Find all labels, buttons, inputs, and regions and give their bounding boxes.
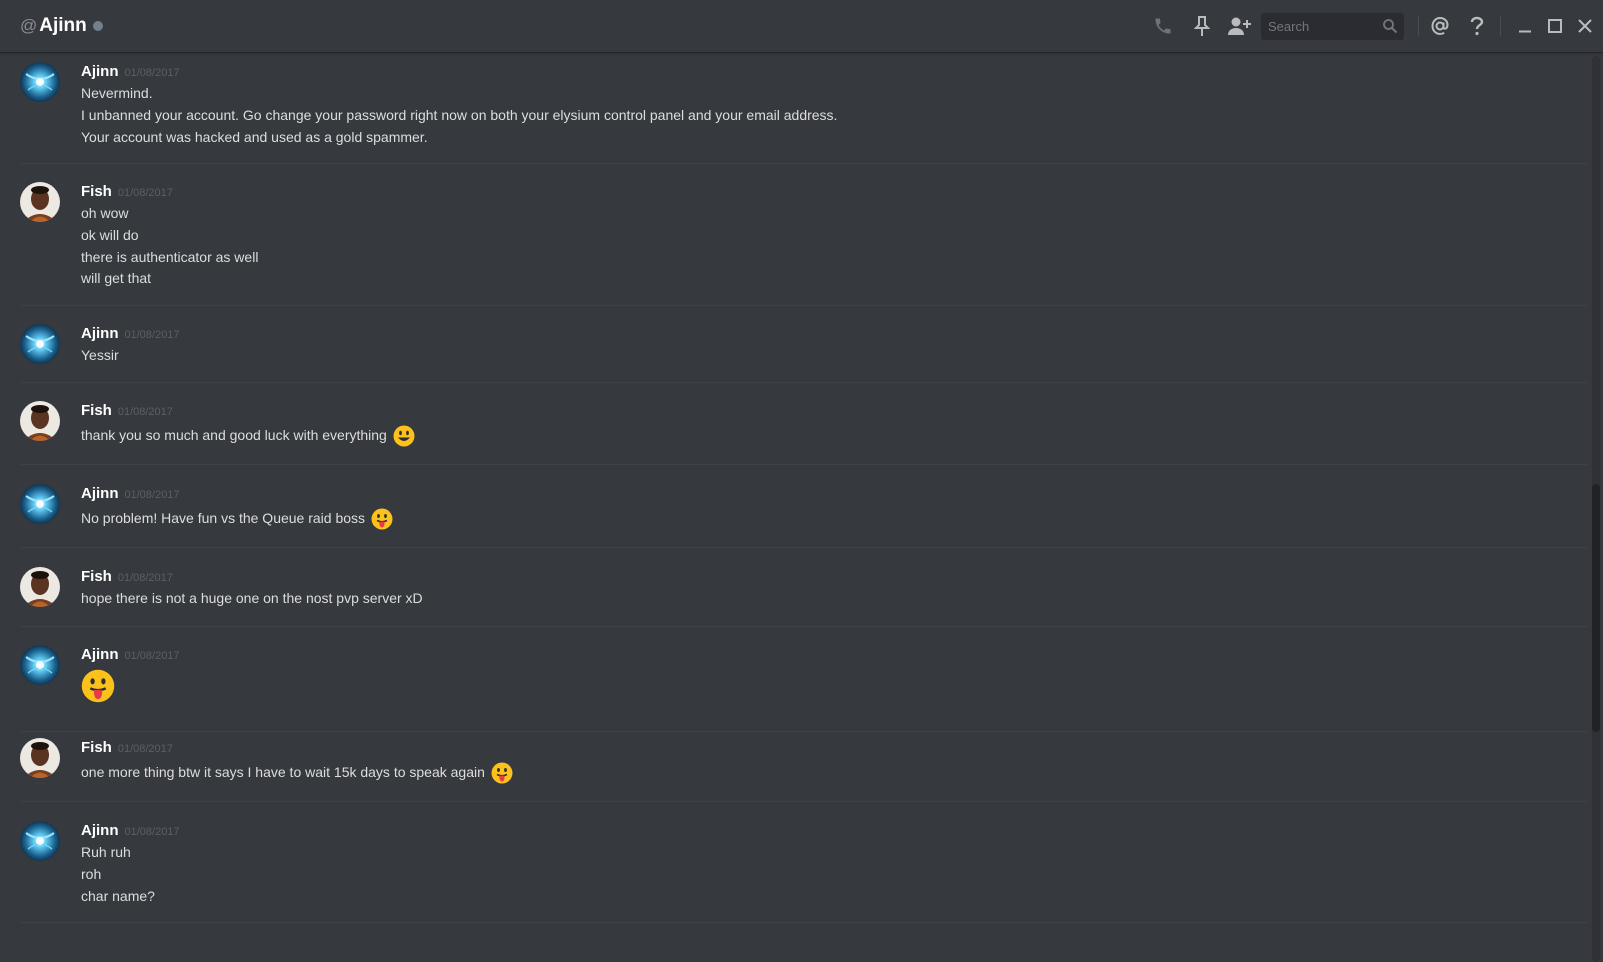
tongue-emoji[interactable] [371,508,393,530]
minimize-icon[interactable] [1513,14,1537,38]
dm-title: @ Ajinn [20,13,103,39]
pin-icon[interactable] [1190,14,1214,38]
add-friend-icon[interactable] [1227,14,1251,38]
fish-avatar[interactable] [20,567,60,607]
message-content: Fish 01/08/2017 thank you so much and goo… [81,401,1561,447]
message-divider [20,305,1588,306]
ajinn-avatar[interactable] [20,324,60,364]
scrollbar-thumb[interactable] [1592,484,1600,732]
message-author[interactable]: Ajinn [81,646,119,663]
message-timestamp: 01/08/2017 [117,406,173,418]
message-timestamp: 01/08/2017 [117,187,173,199]
ajinn-avatar[interactable] [20,484,60,524]
message-text: No problem! Have fun vs the Queue raid b… [81,510,366,526]
search-icon[interactable] [1382,18,1398,39]
message-line: thank you so much and good luck with eve… [81,425,1561,447]
tongue-emoji-large[interactable] [81,669,115,703]
fish-avatar[interactable] [20,738,60,778]
message-text: roh [81,865,102,882]
message-content: Fish 01/08/2017 oh wow ok will do there i… [81,182,1561,290]
message-author[interactable]: Fish [81,739,112,756]
message-text: Your account was hacked and used as a go… [81,128,428,145]
message-divider [20,731,1588,732]
message-divider [20,801,1588,802]
dm-username[interactable]: Ajinn [39,15,87,37]
header-divider [1418,16,1419,36]
message-content: Ajinn 01/08/2017 Yessir [81,324,1561,367]
phone-icon[interactable] [1151,14,1175,38]
message-text: there is authenticator as well [81,248,259,265]
search-box[interactable] [1261,13,1404,40]
message-timestamp: 01/08/2017 [124,489,180,501]
message-content: Fish 01/08/2017 hope there is not a huge … [81,567,1561,610]
message-text: oh wow [81,205,129,221]
message-author[interactable]: Ajinn [81,325,119,342]
fish-avatar[interactable] [20,401,60,441]
message-timestamp: 01/08/2017 [124,329,180,341]
message-line: one more thing btw it says I have to wai… [81,762,1561,784]
message-text: Ruh ruh [81,844,131,860]
message-line: No problem! Have fun vs the Queue raid b… [81,508,1561,530]
message-author[interactable]: Ajinn [81,63,119,80]
dm-window: @ Ajinn Search Ajinn 01/08/2017 Nevermin… [0,0,1603,962]
message-list[interactable]: Ajinn 01/08/2017 Nevermind. I unbanned yo… [0,52,1588,962]
message-author[interactable]: Ajinn [81,822,119,839]
close-icon[interactable] [1573,14,1597,38]
message-text: Nevermind. [81,85,153,101]
message-divider [20,922,1588,923]
message-author[interactable]: Fish [81,402,112,419]
header-divider [1500,16,1501,36]
message-text: I unbanned your account. Go change your … [81,106,838,123]
message-text: will get that [81,270,152,287]
search-input[interactable] [1261,13,1384,40]
message-text: char name? [81,887,155,904]
message-divider [20,163,1588,164]
smiley-emoji[interactable] [393,425,415,447]
maximize-icon[interactable] [1543,14,1567,38]
message-content: Fish 01/08/2017 one more thing btw it say… [81,738,1561,784]
message-divider [20,464,1588,465]
message-line [81,669,1561,703]
message-content: Ajinn 01/08/2017 [81,645,1561,703]
message-author[interactable]: Fish [81,183,112,200]
message-content: Ajinn 01/08/2017 No problem! Have fun vs … [81,484,1561,530]
fish-avatar[interactable] [20,182,60,222]
channel-header: @ Ajinn [0,0,1603,52]
ajinn-avatar[interactable] [20,821,60,861]
status-indicator [92,21,103,31]
message-text: hope there is not a huge one on the nost… [81,590,423,606]
message-timestamp: 01/08/2017 [117,743,173,755]
ajinn-avatar[interactable] [20,645,60,685]
message-text: Yessir [81,347,119,363]
message-divider [20,626,1588,627]
mention-icon[interactable] [1428,14,1452,38]
ajinn-avatar[interactable] [20,62,60,102]
message-author[interactable]: Fish [81,568,112,585]
message-divider [20,382,1588,383]
at-symbol: @ [20,16,38,35]
message-content: Ajinn 01/08/2017 Nevermind. I unbanned yo… [81,62,1561,148]
message-timestamp: 01/08/2017 [117,572,173,584]
message-author[interactable]: Ajinn [81,485,119,502]
message-text: ok will do [81,226,139,243]
help-icon[interactable] [1465,14,1489,38]
message-text: thank you so much and good luck with eve… [81,427,387,443]
message-text: one more thing btw it says I have to wai… [81,764,485,780]
message-content: Ajinn 01/08/2017 Ruh ruh roh char name? [81,821,1561,907]
message-timestamp: 01/08/2017 [124,67,180,79]
message-divider [20,547,1588,548]
message-timestamp: 01/08/2017 [124,650,180,662]
message-timestamp: 01/08/2017 [124,826,180,838]
tongue-emoji[interactable] [491,762,513,784]
